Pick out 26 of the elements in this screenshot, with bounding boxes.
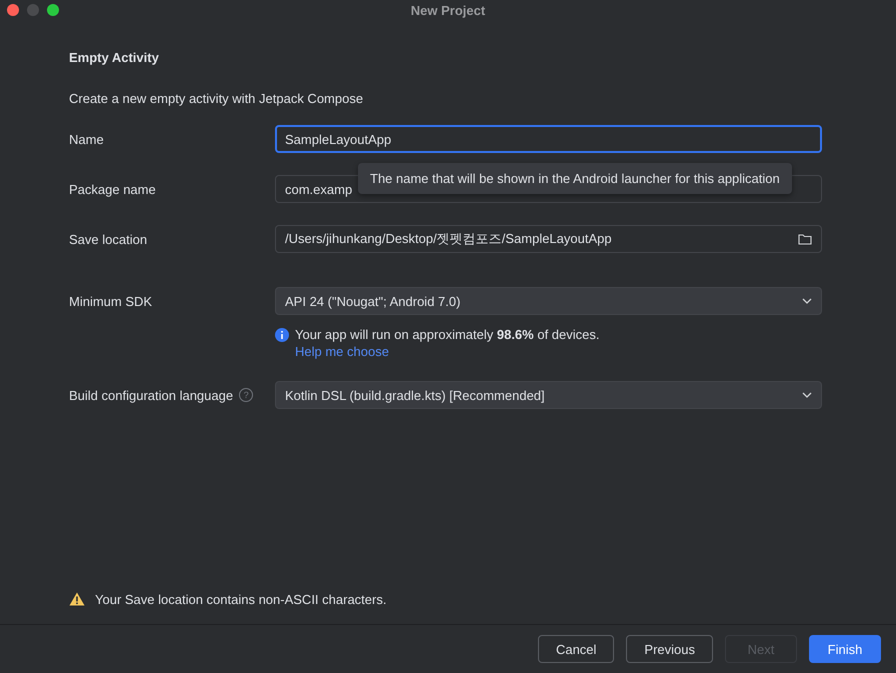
field-label: Save location [69, 232, 148, 246]
input-field[interactable]: SampleLayoutApp [275, 125, 822, 153]
field-label: Package name [69, 182, 156, 196]
window-title: New Project [410, 2, 486, 18]
chevron-down-icon [802, 392, 812, 398]
description: Create a new empty activity with Jetpack Compose [69, 91, 364, 106]
finish-button[interactable]: Finish [809, 635, 881, 663]
input-field[interactable]: /Users/jihunkang/Desktop/젯펫컴포즈/SampleLayoutApp [275, 225, 822, 253]
cancel-button[interactable]: Cancel [538, 635, 614, 663]
dropdown[interactable]: API 24 ("Nougat"; Android 7.0) [275, 287, 822, 315]
field-label: Minimum SDK [69, 294, 152, 308]
help-link[interactable]: Help me choose [295, 344, 822, 359]
close-window-control[interactable] [7, 4, 19, 16]
info-icon [275, 328, 289, 342]
zoom-window-control[interactable] [47, 4, 59, 16]
chevron-down-icon [802, 298, 812, 304]
dropdown[interactable]: Kotlin DSL (build.gradle.kts) [Recommended] [275, 381, 822, 409]
field-label: Build configuration language [69, 388, 234, 402]
warning-icon [69, 592, 85, 606]
tooltip: The name that will be shown in the Android launcher for this application [358, 163, 792, 194]
folder-icon[interactable] [798, 233, 812, 245]
previous-button[interactable]: Previous [626, 635, 713, 663]
heading: Empty Activity [69, 50, 160, 65]
info-text: Your app will run on approximately 98.6% of devices. [295, 327, 600, 342]
field-label: Name [69, 132, 104, 146]
warning-text: Your Save location contains non-ASCII characters. [95, 592, 386, 606]
